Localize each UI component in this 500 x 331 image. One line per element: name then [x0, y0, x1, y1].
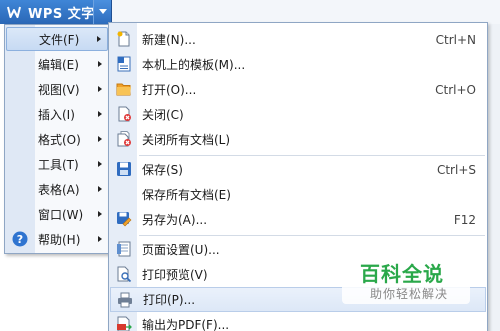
menu-item-label: 打开(O)...: [142, 83, 197, 97]
menu-item-label: 打印预览(V): [142, 268, 208, 282]
print-preview-icon: [116, 266, 132, 283]
menu-item-tools[interactable]: 工具(T): [6, 152, 108, 176]
menu-item-label: 新建(N)...: [142, 33, 196, 47]
submenu-arrow-icon: [98, 136, 102, 142]
menu-item-help[interactable]: ? 帮助(H): [6, 227, 108, 251]
file-menu-new[interactable]: 新建(N)... Ctrl+N: [110, 27, 486, 52]
menu-item-label: 关闭(C): [142, 108, 184, 122]
menu-item-label: 另存为(A)...: [142, 213, 208, 227]
submenu-arrow-icon: [98, 186, 102, 192]
menu-item-file[interactable]: 文件(F): [6, 27, 108, 51]
submenu-arrow-icon: [98, 111, 102, 117]
app-title: WPS 文字: [28, 6, 95, 22]
menu-item-window[interactable]: 窗口(W): [6, 202, 108, 226]
save-icon: [116, 161, 132, 177]
menu-item-shortcut: Ctrl+O: [435, 82, 476, 97]
menu-item-label: 页面设置(U)...: [142, 243, 220, 257]
menu-item-shortcut: Ctrl+N: [435, 32, 476, 47]
menu-item-label: 打印(P)...: [143, 293, 196, 307]
menu-item-shortcut: F12: [453, 212, 476, 227]
menu-item-label: 保存(S): [142, 163, 183, 177]
menu-separator: [139, 155, 485, 156]
menu-item-label: 输出为PDF(F)...: [142, 318, 230, 331]
menu-item-label: 保存所有文档(E): [142, 188, 231, 202]
file-menu-save-as[interactable]: 另存为(A)... F12: [110, 207, 486, 232]
menu-item-label: 文件(F): [39, 32, 80, 47]
file-menu-open[interactable]: 打开(O)... Ctrl+O: [110, 77, 486, 102]
watermark-subtitle: 助你轻松解决: [370, 287, 449, 301]
menu-item-table[interactable]: 表格(A): [6, 177, 108, 201]
watermark: 百科全说 助你轻松解决: [342, 256, 470, 304]
open-folder-icon: [116, 81, 132, 97]
close-all-documents-icon: [116, 131, 132, 147]
wps-app-menu-button[interactable]: WPS 文字: [0, 0, 112, 24]
menu-item-label: 关闭所有文档(L): [142, 133, 231, 147]
new-document-icon: [116, 31, 132, 47]
submenu-arrow-icon: [97, 36, 101, 42]
document-area-edge: [486, 24, 500, 331]
print-icon: [117, 292, 133, 308]
save-as-icon: [116, 211, 132, 227]
menu-item-edit[interactable]: 编辑(E): [6, 52, 108, 76]
menu-item-label: 帮助(H): [38, 232, 81, 247]
file-menu-close[interactable]: 关闭(C): [110, 102, 486, 127]
export-pdf-icon: [116, 316, 132, 331]
file-menu-local-templates[interactable]: 本机上的模板(M)...: [110, 52, 486, 77]
file-menu-export-pdf[interactable]: 输出为PDF(F)...: [110, 312, 486, 331]
watermark-title: 百科全说: [360, 262, 444, 286]
file-menu-save-all[interactable]: 保存所有文档(E): [110, 182, 486, 207]
menu-item-label: 表格(A): [38, 182, 80, 197]
svg-text:?: ?: [17, 233, 23, 246]
submenu-arrow-icon: [98, 236, 102, 242]
menu-item-label: 窗口(W): [38, 207, 84, 222]
menu-item-shortcut: Ctrl+S: [436, 162, 476, 177]
submenu-arrow-icon: [98, 161, 102, 167]
menu-item-label: 本机上的模板(M)...: [142, 58, 246, 72]
main-menu: 文件(F) 编辑(E) 视图(V) 插入(I) 格式(O) 工具(T) 表格(A…: [4, 24, 110, 254]
close-document-icon: [116, 106, 132, 122]
menu-item-format[interactable]: 格式(O): [6, 127, 108, 151]
file-menu-close-all[interactable]: 关闭所有文档(L): [110, 127, 486, 152]
help-icon: ?: [12, 231, 28, 247]
submenu-arrow-icon: [98, 86, 102, 92]
menu-item-label: 编辑(E): [38, 57, 79, 72]
submenu-arrow-icon: [98, 211, 102, 217]
menu-item-insert[interactable]: 插入(I): [6, 102, 108, 126]
template-icon: [116, 56, 132, 72]
menu-item-label: 插入(I): [38, 107, 75, 122]
submenu-arrow-icon: [98, 61, 102, 67]
menu-item-label: 工具(T): [38, 157, 79, 172]
menu-separator: [139, 235, 485, 236]
file-menu-save[interactable]: 保存(S) Ctrl+S: [110, 157, 486, 182]
page-setup-icon: [116, 241, 132, 257]
menu-item-view[interactable]: 视图(V): [6, 77, 108, 101]
menu-item-label: 格式(O): [38, 132, 81, 147]
wps-logo-icon: [6, 4, 22, 20]
chevron-down-icon[interactable]: [93, 0, 111, 24]
menu-item-label: 视图(V): [38, 82, 80, 97]
